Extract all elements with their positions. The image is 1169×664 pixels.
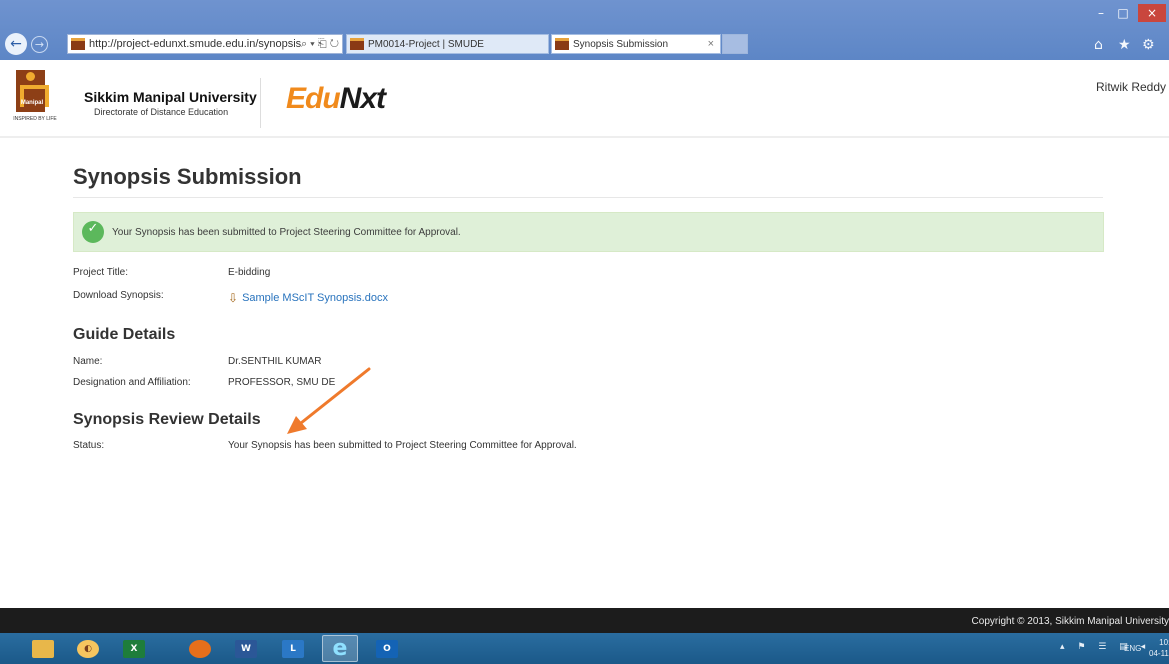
- taskbar-word[interactable]: W: [228, 635, 264, 662]
- tab-favicon-icon: [555, 38, 569, 50]
- firefox-icon: [189, 639, 211, 658]
- new-tab-button[interactable]: [722, 34, 748, 54]
- synopsis-review-heading: Synopsis Review Details: [73, 411, 261, 428]
- header-divider: [260, 78, 261, 128]
- forward-button[interactable]: →: [31, 36, 48, 53]
- site-header: Manipal INSPIRED BY LIFE Sikkim Manipal …: [0, 60, 1169, 138]
- taskbar-excel[interactable]: X: [116, 635, 152, 662]
- site-favicon-icon: [71, 38, 85, 50]
- guide-details-heading: Guide Details: [73, 326, 176, 343]
- page-title: Synopsis Submission: [73, 164, 302, 189]
- university-name: Sikkim Manipal University: [84, 89, 257, 105]
- status-label: Status:: [73, 440, 105, 451]
- tab-favicon-icon: [350, 38, 364, 50]
- tab-pm0014-project[interactable]: PM0014-Project | SMUDE: [346, 34, 549, 54]
- site-footer: Copyright © 2013, Sikkim Manipal Univers…: [0, 608, 1169, 633]
- back-arrow-icon: ←: [10, 36, 22, 52]
- minimize-button[interactable]: –: [1092, 4, 1110, 22]
- language-indicator[interactable]: ENG: [1124, 644, 1141, 653]
- tab-label: PM0014-Project | SMUDE: [368, 38, 484, 50]
- tab-synopsis-submission[interactable]: Synopsis Submission ×: [551, 34, 721, 54]
- logo-tagline: INSPIRED BY LIFE: [13, 116, 57, 122]
- download-link-label: Sample MScIT Synopsis.docx: [242, 292, 388, 304]
- browser-toolbar: – □ × ← → http://project-edunxt.smude.ed…: [0, 0, 1169, 60]
- browser-window: – □ × ← → http://project-edunxt.smude.ed…: [0, 0, 1169, 664]
- copyright-text: Copyright © 2013, Sikkim Manipal Univers…: [971, 616, 1169, 627]
- file-explorer-icon: [32, 639, 54, 658]
- system-clock[interactable]: 10:41 04-11-2013: [1149, 637, 1169, 659]
- manipal-logo[interactable]: Manipal INSPIRED BY LIFE: [6, 68, 64, 124]
- forward-arrow-icon: →: [34, 38, 45, 51]
- status-value: Your Synopsis has been submitted to Proj…: [228, 440, 577, 451]
- university-subtitle: Directorate of Distance Education: [94, 107, 229, 117]
- settings-gear-icon[interactable]: ⚙: [1142, 37, 1155, 53]
- favorites-icon[interactable]: ★: [1118, 37, 1131, 53]
- clock-date: 04-11-2013: [1149, 649, 1169, 658]
- success-alert: ✓ Your Synopsis has been submitted to Pr…: [73, 212, 1104, 252]
- taskbar-internet-explorer[interactable]: e: [322, 635, 358, 662]
- address-bar-tools[interactable]: ⌕ ▾ ⎗ ↻: [301, 38, 339, 51]
- taskbar-firefox[interactable]: [182, 635, 218, 662]
- download-synopsis-label: Download Synopsis:: [73, 290, 164, 301]
- maximize-button[interactable]: □: [1114, 4, 1132, 22]
- close-window-button[interactable]: ×: [1138, 4, 1166, 22]
- alert-message: Your Synopsis has been submitted to Proj…: [112, 226, 461, 238]
- project-title-value: E-bidding: [228, 267, 271, 278]
- windows-taskbar: ◐ X W L e O ▴ ⚑ ☰ ▤ ◂ ENG 10:41 04-11-20…: [0, 633, 1169, 664]
- taskbar-lync[interactable]: L: [275, 635, 311, 662]
- taskbar-outlook[interactable]: O: [369, 635, 405, 662]
- user-name[interactable]: Ritwik Reddy: [1096, 80, 1166, 94]
- word-icon: W: [235, 639, 257, 658]
- lync-icon: L: [282, 639, 304, 658]
- brand-suffix: Nxt: [339, 82, 386, 115]
- outlook-icon: O: [376, 639, 398, 658]
- clock-time: 10:41: [1159, 638, 1169, 647]
- download-synopsis-link[interactable]: ⇩ Sample MScIT Synopsis.docx: [228, 291, 388, 305]
- edunxt-logo[interactable]: EduNxt: [286, 82, 386, 116]
- taskbar-file-explorer[interactable]: [25, 635, 61, 662]
- internet-explorer-icon: e: [332, 636, 348, 661]
- title-divider: [73, 197, 1103, 198]
- designation-label: Designation and Affiliation:: [73, 377, 191, 388]
- tab-label: Synopsis Submission: [573, 38, 669, 50]
- project-title-label: Project Title:: [73, 267, 129, 278]
- logo-wordmark: Manipal: [20, 100, 44, 106]
- brand-prefix: Edu: [286, 82, 341, 115]
- address-bar[interactable]: http://project-edunxt.smude.edu.in/synop…: [67, 34, 343, 54]
- paint-icon: ◐: [77, 639, 99, 658]
- guide-name-label: Name:: [73, 356, 103, 367]
- annotation-arrow-icon: [287, 367, 371, 434]
- check-circle-icon: ✓: [82, 221, 104, 243]
- home-icon[interactable]: ⌂: [1094, 37, 1103, 53]
- download-icon: ⇩: [228, 291, 239, 305]
- back-button[interactable]: ←: [5, 33, 27, 55]
- close-tab-icon[interactable]: ×: [708, 38, 714, 50]
- excel-icon: X: [123, 639, 145, 658]
- address-url[interactable]: http://project-edunxt.smude.edu.in/synop…: [89, 38, 301, 50]
- taskbar-paint[interactable]: ◐: [70, 635, 106, 662]
